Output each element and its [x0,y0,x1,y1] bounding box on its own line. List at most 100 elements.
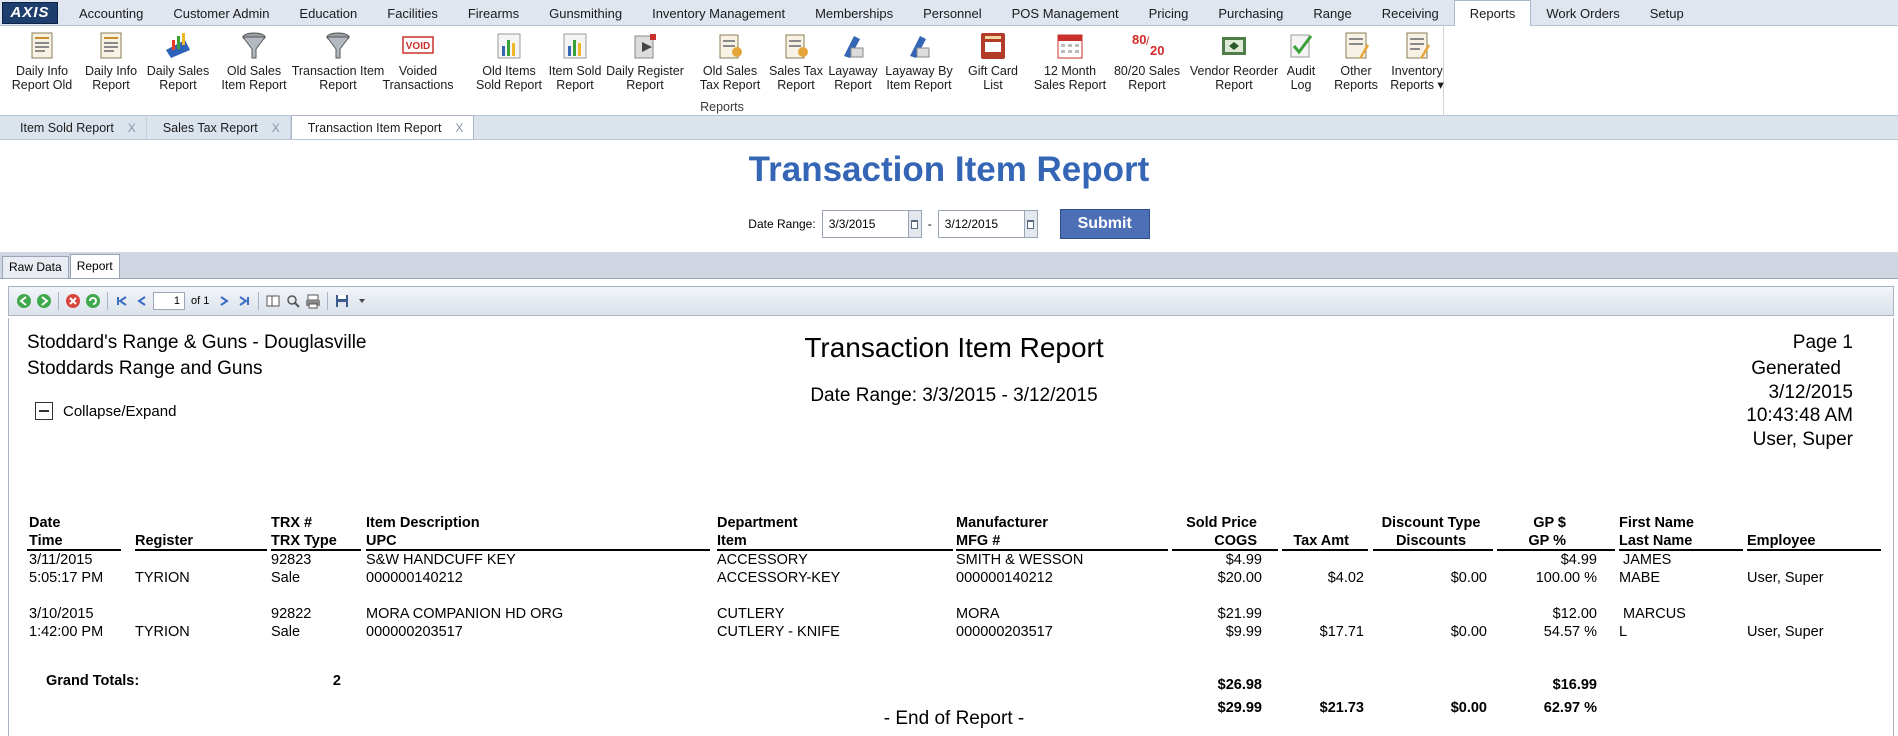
row-mfg-number: 000000140212 [956,570,1053,586]
next-page-icon[interactable] [215,292,233,310]
layaway-icon [902,28,936,62]
calendar-dropdown-icon[interactable] [1023,211,1037,237]
row-trx-type: Sale [271,570,301,586]
col-header-register: Register [135,533,194,549]
ribbon-button-layaway-report[interactable]: Layaway Report [826,28,880,100]
refresh-icon[interactable] [84,292,102,310]
ribbon-label-line2: Transactions [382,78,454,92]
ribbon-button-gift-card-list[interactable]: Gift Card List [966,28,1020,100]
col-header-tax-amt: Tax Amt [1293,533,1349,549]
submit-button[interactable]: Submit [1059,209,1150,239]
menu-tab-facilities[interactable]: Facilities [372,2,453,26]
ribbon-button-12-month-sales-report[interactable]: 12 Month Sales Report [1034,28,1106,100]
col-header-sold-price: Sold Price [1186,515,1257,531]
menu-tab-setup[interactable]: Setup [1635,2,1699,26]
col-header-gp-dollar: GP $ [1533,515,1566,531]
ribbon-button-vendor-reorder-report[interactable]: Vendor Reorder Report [1188,28,1280,100]
row-gp-dollar: $12.00 [1552,606,1597,622]
menu-tab-education[interactable]: Education [284,2,372,26]
close-icon[interactable]: X [128,117,136,139]
last-page-icon[interactable] [235,292,253,310]
menu-tab-inventory-management[interactable]: Inventory Management [637,2,800,26]
close-icon[interactable]: X [455,117,463,139]
date-from-input[interactable]: 3/3/2015 [821,210,922,238]
menu-tab-customer-admin[interactable]: Customer Admin [158,2,284,26]
menu-tab-firearms[interactable]: Firearms [453,2,534,26]
ribbon-button-voided-transactions[interactable]: VOID Voided Transactions [382,28,454,100]
ribbon-button-other-reports[interactable]: Other Reports [1330,28,1382,100]
report-date-range: Date Range: 3/3/2015 - 3/12/2015 [810,385,1098,406]
ribbon-button-old-sales-tax-report[interactable]: Old Sales Tax Report [695,28,765,100]
view-tab-report[interactable]: Report [69,254,120,278]
back-icon[interactable] [15,292,33,310]
view-tab-raw-data[interactable]: Raw Data [2,256,69,278]
previous-page-icon[interactable] [133,292,151,310]
ribbon-button-old-sales-item-report[interactable]: Old Sales Item Report [218,28,290,100]
ribbon-button-daily-sales-report[interactable]: Daily Sales Report [145,28,211,100]
row-upc: 000000140212 [366,570,463,586]
date-to-input[interactable]: 3/12/2015 [937,210,1038,238]
row-manufacturer: MORA [956,606,1000,622]
ribbon-label-line2: Report [92,78,130,92]
end-of-report: - End of Report - [883,708,1025,729]
page-number-input[interactable]: 1 [153,292,185,310]
row-department: CUTLERY [717,606,785,622]
ribbon-button-item-sold-report[interactable]: Item Sold Report [544,28,606,100]
forward-icon[interactable] [35,292,53,310]
stop-icon[interactable] [64,292,82,310]
col-header-manufacturer: Manufacturer [956,515,1048,531]
doc-tab-item-sold-report[interactable]: Item Sold Report X [4,117,147,139]
row-register: TYRION [135,570,190,586]
ribbon-button-transaction-item-report[interactable]: Transaction Item Report [292,28,384,100]
doc-tab-sales-tax-report[interactable]: Sales Tax Report X [147,117,291,139]
ribbon-label-line1: Other [1340,64,1372,78]
menu-tab-work-orders[interactable]: Work Orders [1531,2,1634,26]
save-icon[interactable] [333,292,351,310]
menu-tab-personnel[interactable]: Personnel [908,2,997,26]
ribbon-label-line2: Reports ▾ [1390,78,1444,92]
menu-tab-range[interactable]: Range [1298,2,1366,26]
ribbon-group-caption: Reports [700,100,744,114]
row-upc: 000000203517 [366,624,463,640]
ribbon-button-layaway-by-item-report[interactable]: Layaway By Item Report [883,28,955,100]
funnel-icon [237,28,271,62]
print-icon[interactable] [304,292,322,310]
chevron-down-icon[interactable] [353,292,371,310]
calendar-dropdown-icon[interactable] [907,211,921,237]
menu-tab-memberships[interactable]: Memberships [800,2,908,26]
find-icon[interactable] [284,292,302,310]
ribbon-button-inventory-reports[interactable]: Inventory Reports ▾ [1387,28,1447,100]
menu-tab-reports[interactable]: Reports [1453,0,1532,26]
menu-tab-pos-management[interactable]: POS Management [997,2,1134,26]
inventory-reports-icon [1400,28,1434,62]
ribbon-button-80-20-sales-report[interactable]: 80/20 80/20 Sales Report [1112,28,1182,100]
row-department: ACCESSORY [717,552,808,568]
close-icon[interactable]: X [272,117,280,139]
first-page-icon[interactable] [113,292,131,310]
doc-tab-transaction-item-report[interactable]: Transaction Item Report X [290,115,475,139]
ribbon-label-line1: Gift Card [967,64,1018,78]
menu-tab-receiving[interactable]: Receiving [1367,2,1454,26]
row-employee: User, Super [1747,570,1824,586]
ribbon-button-daily-register-report[interactable]: Daily Register Report [603,28,687,100]
ribbon-button-old-items-sold-report[interactable]: Old Items Sold Report [475,28,543,100]
other-reports-icon [1339,28,1373,62]
ribbon-button-daily-info-report-old[interactable]: Daily Info Report Old [6,28,78,100]
ribbon-label-line2: Report [556,78,594,92]
col-header-item-description: Item Description [366,515,480,531]
sales-chart-icon [161,28,195,62]
menu-tab-purchasing[interactable]: Purchasing [1203,2,1298,26]
menu-tab-gunsmithing[interactable]: Gunsmithing [534,2,637,26]
menu-tab-pricing[interactable]: Pricing [1134,2,1204,26]
ribbon-button-daily-info-report[interactable]: Daily Info Report [81,28,141,100]
row-trx-type: Sale [271,624,301,640]
document-map-icon[interactable] [264,292,282,310]
ribbon-button-sales-tax-report[interactable]: Sales Tax Report [766,28,826,100]
ribbon-button-audit-log[interactable]: Audit Log [1283,28,1319,100]
axis-logo: AXIS [2,1,58,24]
ribbon-label-line1: Daily Sales [146,64,210,78]
col-header-item: Item [717,533,747,549]
menu-tab-accounting[interactable]: Accounting [64,2,158,26]
ribbon-label-line2: Report [319,78,357,92]
funnel-icon [321,28,355,62]
